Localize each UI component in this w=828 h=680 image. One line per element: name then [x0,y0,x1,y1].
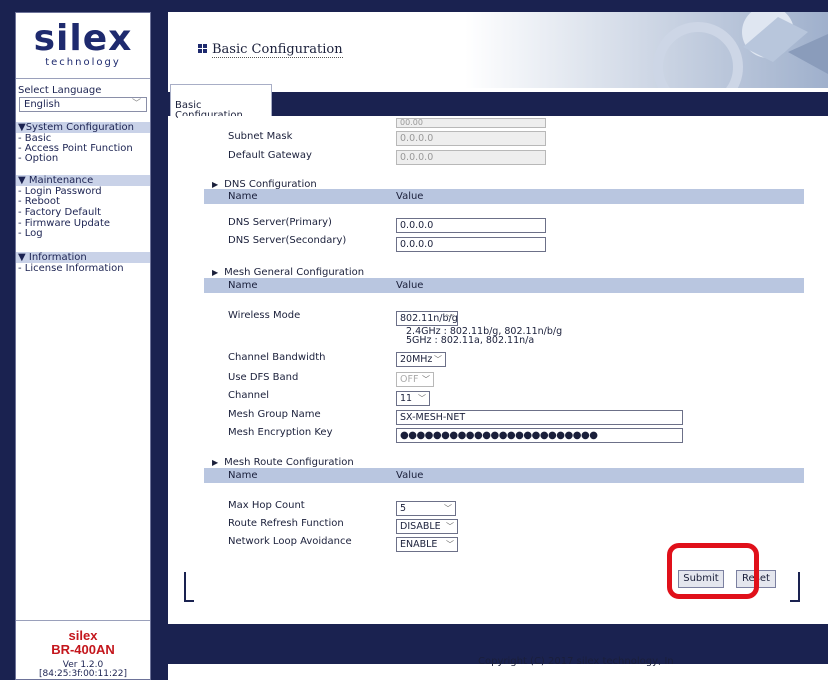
triangle-right-icon: ▶ [212,180,219,189]
channel-select[interactable]: 11 ﹀ [396,391,430,406]
sidebar-item-factory-default[interactable]: - Factory Default [16,208,150,218]
channel-bandwidth-label: Channel Bandwidth [228,352,326,363]
channel-label: Channel [228,390,270,401]
mesh-encryption-key-label: Mesh Encryption Key [228,427,333,438]
chevron-down-icon: ﹀ [444,504,452,513]
dns-secondary-input[interactable]: 0.0.0.0 [396,237,546,252]
sidebar-item-reboot[interactable]: - Reboot [16,197,150,207]
dns-primary-label: DNS Server(Primary) [228,217,332,228]
network-loop-avoidance-label: Network Loop Avoidance [228,536,352,547]
chevron-down-icon: ﹀ [422,375,430,384]
network-loop-avoidance-select[interactable]: ENABLE ﹀ [396,537,458,552]
use-dfs-band-select[interactable]: OFF ﹀ [396,372,434,387]
select-language-label: Select Language [18,85,102,96]
mesh-group-name-label: Mesh Group Name [228,409,321,420]
sidebar-section-maintenance[interactable]: ▼ Maintenance [16,175,150,186]
dns-secondary-label: DNS Server(Secondary) [228,235,347,246]
language-select[interactable]: English ﹀ [19,97,147,112]
logo: silex technology [16,13,150,79]
route-refresh-label: Route Refresh Function [228,518,344,529]
sidebar-footer: silex BR-400AN Ver 1.2.0 [84:25:3f:00:11… [16,620,150,680]
page-title: Basic Configuration [198,42,343,58]
route-refresh-select[interactable]: DISABLE ﹀ [396,519,458,534]
use-dfs-band-label: Use DFS Band [228,372,299,383]
sidebar-item-license-information[interactable]: - License Information [16,264,150,274]
sidebar-section-information[interactable]: ▼ Information [16,252,150,263]
wireless-mode-note-5ghz: 5GHz : 802.11a, 802.11n/a [406,335,535,346]
wireless-mode-label: Wireless Mode [228,310,301,321]
mesh-route-section-title: ▶ Mesh Route Configuration [212,457,354,468]
model-name: BR-400AN [51,642,115,657]
copyright-text: Copyright (C) 2017 silex technology, In [478,656,674,667]
max-hop-count-label: Max Hop Count [228,500,305,511]
mesh-table-header: Name Value [204,278,804,293]
chevron-down-icon: ﹀ [446,314,454,323]
sidebar-item-log[interactable]: - Log [16,229,150,239]
ip-address-field[interactable]: 00.00 [396,118,546,128]
logo-subtitle: technology [45,57,121,68]
frame-corner-left [184,572,194,602]
logo-text: silex [33,18,133,59]
chevron-down-icon: ﹀ [434,355,442,364]
brand-name: silex [68,628,98,643]
route-table-header: Name Value [204,468,804,483]
subnet-mask-label: Subnet Mask [228,131,293,142]
sidebar-section-system[interactable]: ▼System Configuration [16,122,150,133]
triangle-right-icon: ▶ [212,458,219,467]
sidebar-item-option[interactable]: - Option [16,154,150,164]
tab-basic-configuration[interactable]: Basic Configuration [170,84,272,121]
sidebar: silex technology Select Language English… [15,12,151,680]
page-header: Basic Configuration [168,12,828,88]
mac-address: [84:25:3f:00:11:22] [38,669,128,679]
triangle-right-icon: ▶ [212,268,219,277]
dns-table-header: Name Value [204,189,804,204]
max-hop-count-select[interactable]: 5 ﹀ [396,501,456,516]
grid-icon [198,44,207,53]
mesh-encryption-key-input[interactable]: ●●●●●●●●●●●●●●●●●●●●●●●● [396,428,683,443]
mesh-group-name-input[interactable]: SX-MESH-NET [396,410,683,425]
subnet-mask-field[interactable]: 0.0.0.0 [396,131,546,146]
channel-bandwidth-select[interactable]: 20MHz ﹀ [396,352,446,367]
wireless-mode-select[interactable]: 802.11n/b/g ﹀ [396,311,458,326]
chevron-down-icon: ﹀ [446,522,454,531]
frame-corner-right [790,572,800,602]
dns-primary-input[interactable]: 0.0.0.0 [396,218,546,233]
chevron-down-icon: ﹀ [131,99,141,109]
chevron-down-icon: ﹀ [418,394,426,403]
mesh-general-section-title: ▶ Mesh General Configuration [212,267,365,278]
default-gateway-label: Default Gateway [228,150,312,161]
chevron-down-icon: ﹀ [446,540,454,549]
language-select-value: English [24,99,61,110]
highlight-annotation [667,543,759,599]
default-gateway-field[interactable]: 0.0.0.0 [396,150,546,165]
content-area: 00.00 Subnet Mask 0.0.0.0 Default Gatewa… [178,116,814,606]
